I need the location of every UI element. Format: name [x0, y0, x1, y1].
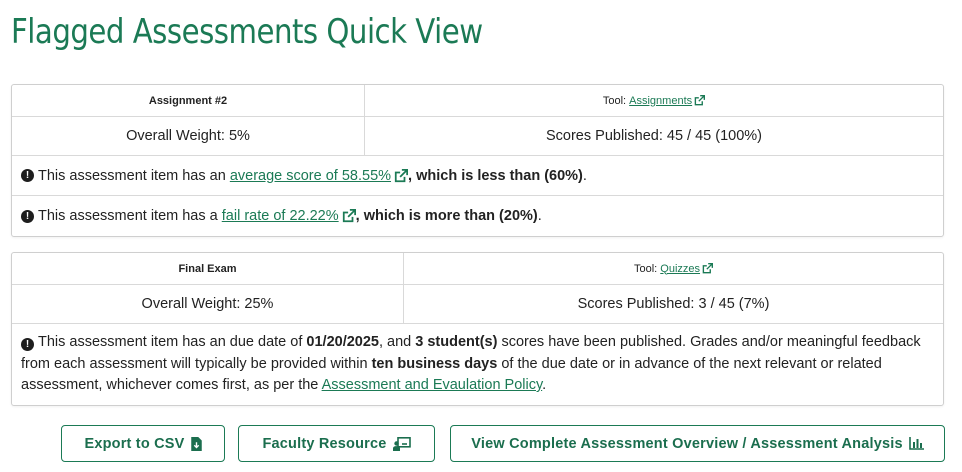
assessment-name: Final Exam: [178, 262, 237, 275]
tool-cell: Tool: Assignments: [364, 85, 943, 116]
flag-threshold: , which is more than (20%): [355, 208, 538, 224]
scores-published: Scores Published: 45 / 45 (100%): [364, 117, 943, 155]
flag-message: ! This assessment item has an average sc…: [12, 156, 943, 196]
tool-prefix: Tool:: [633, 262, 658, 275]
average-score-link[interactable]: average score of 58.55%: [230, 168, 391, 184]
notice-text: , and: [378, 334, 416, 350]
exclamation-circle-icon: !: [21, 169, 34, 182]
notice-text: .: [542, 377, 547, 393]
assessment-stats-row: Overall Weight: 25% Scores Published: 3 …: [12, 285, 943, 324]
view-overview-label: View Complete Assessment Overview / Asse…: [471, 435, 903, 452]
exclamation-circle-icon: !: [21, 338, 34, 351]
assessment-header-row: Final Exam Tool: Quizzes: [12, 253, 943, 285]
page-title: Flagged Assessments Quick View: [11, 12, 483, 52]
assessment-header-row: Assignment #2 Tool: Assignments: [12, 85, 943, 117]
tool-link-quizzes[interactable]: Quizzes: [660, 263, 700, 275]
bar-chart-icon: [908, 437, 924, 450]
flag-text: This assessment item has a: [38, 208, 222, 224]
tool-link-assignments[interactable]: Assignments: [629, 95, 692, 107]
exclamation-circle-icon: !: [21, 209, 34, 223]
chalkboard-user-icon: [392, 436, 411, 451]
notice-text: This assessment item has an due date of: [38, 334, 307, 350]
assessment-name: Assignment #2: [148, 94, 228, 107]
export-csv-button[interactable]: Export to CSV: [61, 425, 225, 462]
faculty-resource-label: Faculty Resource: [262, 435, 387, 452]
export-csv-label: Export to CSV: [84, 435, 185, 452]
assessment-card-final-exam: Final Exam Tool: Quizzes Overall Weight:…: [11, 252, 944, 406]
overall-weight: Overall Weight: 25%: [141, 296, 274, 312]
external-link-icon: [394, 168, 409, 182]
fail-rate-link[interactable]: fail rate of 22.22%: [222, 208, 339, 224]
due-date: 01/20/2025: [306, 334, 379, 350]
external-link-icon: [342, 209, 356, 223]
business-days: ten business days: [371, 355, 498, 372]
external-link-icon: [702, 263, 714, 274]
file-download-icon: [190, 436, 202, 451]
faculty-resource-button[interactable]: Faculty Resource: [238, 425, 435, 462]
policy-link[interactable]: Assessment and Evaulation Policy: [322, 377, 543, 393]
flag-end: .: [537, 208, 542, 224]
flag-text: This assessment item has an: [38, 167, 230, 184]
view-assessment-overview-button[interactable]: View Complete Assessment Overview / Asse…: [450, 425, 945, 462]
assessment-card-assignment-2: Assignment #2 Tool: Assignments Overall …: [11, 84, 944, 237]
assessment-stats-row: Overall Weight: 5% Scores Published: 45 …: [12, 117, 943, 156]
due-date-notice: ! This assessment item has an due date of…: [12, 324, 943, 405]
flag-end: .: [582, 167, 587, 184]
overall-weight: Overall Weight: 5%: [126, 128, 250, 144]
tool-cell: Tool: Quizzes: [403, 253, 943, 284]
flag-message: ! This assessment item has a fail rate o…: [12, 196, 943, 236]
external-link-icon: [694, 95, 706, 106]
tool-prefix: Tool:: [602, 94, 627, 107]
scores-published: Scores Published: 3 / 45 (7%): [403, 285, 943, 323]
student-count: 3 student(s): [415, 334, 498, 350]
flag-threshold: , which is less than (60%): [408, 167, 583, 184]
